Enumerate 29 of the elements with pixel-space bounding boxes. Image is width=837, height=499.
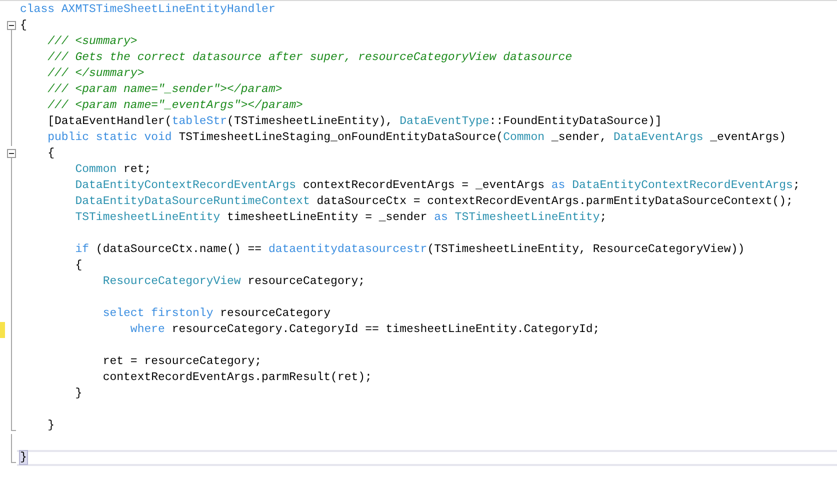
code-line: if (dataSourceCtx.name() == dataentitydatasourcestr(TSTimesheetLineEntity, ResourceCategoryView)) — [74, 242, 745, 258]
code-line: /// <param name="_eventArgs"></param> — [46, 98, 303, 114]
fold-toggle-icon[interactable] — [7, 149, 16, 162]
code-line: contextRecordEventArgs.parmResult(ret); — [102, 370, 372, 386]
code-line: /// Gets the correct datasource after super, resourceCategoryView datasource — [46, 50, 572, 66]
code-line: { — [46, 146, 55, 162]
code-line: DataEntityContextRecordEventArgs contextRecordEventArgs = _eventArgs as DataEntityContextRecordEventArgs; — [74, 178, 800, 194]
code-line: TSTimesheetLineEntity timesheetLineEntity = _sender as TSTimesheetLineEntity; — [74, 210, 607, 226]
code-line: { — [20, 18, 27, 34]
code-line: /// <param name="_sender"></param> — [46, 82, 282, 98]
fold-toggle-icon[interactable] — [7, 21, 16, 34]
code-line: ResourceCategoryView resourceCategory; — [102, 274, 366, 290]
code-line: /// <summary> — [46, 34, 138, 50]
code-line: Common ret; — [74, 162, 152, 178]
code-line: public static void TSTimesheetLineStaging_onFoundEntityDataSource(Common _sender, DataEventArgs _eventArgs) — [46, 130, 786, 146]
code-line: class AXMTSTimeSheetLineEntityHandler — [20, 2, 276, 18]
code-line: ret = resourceCategory; — [102, 354, 262, 370]
fold-end-line — [11, 450, 16, 463]
code-line: where resourceCategory.CategoryId == timesheetLineEntity.CategoryId; — [129, 322, 600, 338]
code-line: [DataEventHandler(tableStr(TSTimesheetLineEntity), DataEventType::FoundEntityDataSource)] — [46, 114, 662, 130]
fold-line — [11, 434, 12, 450]
fold-end-line — [11, 418, 16, 431]
code-line: { — [74, 258, 82, 274]
code-line: DataEntityDataSourceRuntimeContext dataSourceCtx = contextRecordEventArgs.parmEntityDataSourceContext(); — [74, 194, 793, 210]
matched-brace: } — [20, 451, 27, 464]
code-line: } — [46, 418, 55, 434]
code-line: select firstonly resourceCategory — [102, 306, 331, 322]
code-line: /// </summary> — [46, 66, 144, 82]
code-line: } — [74, 386, 82, 402]
